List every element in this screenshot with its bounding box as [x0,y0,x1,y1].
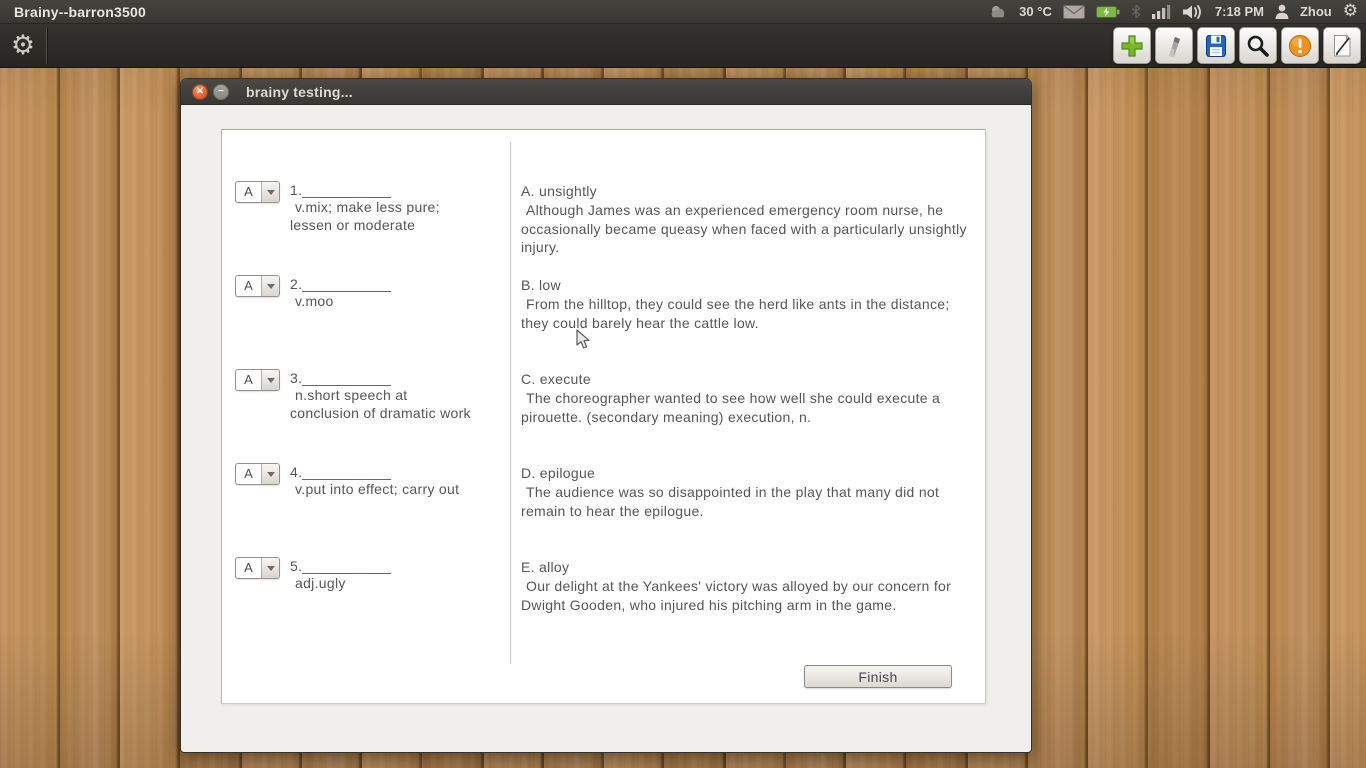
top-panel: Brainy--barron3500 30 °C 7:18 PM Zhou ⚙ [0,0,1366,24]
answer-sentence: The audience was so disappointed in the … [521,484,940,519]
question-number: 5. [290,558,303,574]
user-icon[interactable] [1275,4,1289,19]
question-blank: ___________ [302,558,392,574]
answer-select-value: A [244,372,253,387]
answer-title: B. low [521,277,561,293]
answer-sentence: From the hilltop, they could see the her… [521,296,950,331]
question-text: 5.___________ adj.ugly [290,558,508,592]
system-tray: 30 °C 7:18 PM Zhou ⚙ [989,3,1366,20]
add-icon [1121,34,1143,57]
finish-button[interactable]: Finish [804,665,952,688]
edit-tool-button[interactable] [1155,27,1193,64]
answer-item: B. low From the hilltop, they could see … [521,276,976,332]
question-definition-cont: lessen or moderate [290,217,416,233]
alert-icon [1289,34,1311,57]
chevron-down-icon[interactable] [261,276,279,296]
save-button[interactable] [1197,27,1235,64]
answer-title: E. alloy [521,559,570,575]
signal-icon[interactable] [1151,4,1172,19]
window-close-button[interactable]: ✕ [192,83,208,100]
question-text: 1.___________ v.mix; make less pure; les… [290,182,508,234]
desktop: { "panel": { "title": "Brainy--barron350… [0,0,1366,768]
answer-select-value: A [244,466,253,481]
question-definition: adj.ugly [295,575,346,591]
answer-select[interactable]: A [235,275,280,297]
question-definition: v.mix; make less pure; [295,199,440,215]
question-text: 2.___________ v.moo [290,276,508,310]
edit-tool-icon [1169,36,1180,57]
battery-icon[interactable] [1095,5,1120,19]
question-blank: ___________ [302,464,392,480]
volume-icon[interactable] [1182,4,1204,20]
question-definition: v.moo [295,293,334,309]
answer-item: A. unsightly Although James was an exper… [521,182,976,257]
answer-select-value: A [244,278,253,293]
search-button[interactable] [1239,27,1277,64]
question-definition-cont: conclusion of dramatic work [290,405,471,421]
question-number: 3. [290,370,303,386]
app-toolbar: ⚙ [0,24,1366,68]
search-icon [1247,35,1269,57]
quiz-window: ✕ − brainy testing... A 1.___________ v.… [180,78,1032,753]
answer-item: E. alloy Our delight at the Yankees' vic… [521,558,976,614]
save-icon [1206,34,1226,57]
temperature-indicator[interactable]: 30 °C [1019,4,1052,19]
add-button[interactable] [1113,27,1151,64]
window-minimize-button[interactable]: − [213,83,229,100]
chevron-down-icon[interactable] [261,182,279,202]
window-titlebar[interactable]: ✕ − brainy testing... [181,79,1031,105]
answer-select-value: A [244,184,253,199]
question-definition: n.short speech at [295,387,408,403]
question-definition: v.put into effect; carry out [295,481,460,497]
answer-select-value: A [244,560,253,575]
quiz-panel: A 1.___________ v.mix; make less pure; l… [221,129,986,704]
question-text: 3.___________ n.short speech at conclusi… [290,370,508,422]
gear-icon[interactable]: ⚙ [6,29,40,63]
chevron-down-icon[interactable] [261,558,279,578]
gear-icon[interactable]: ⚙ [1343,3,1358,20]
answer-title: C. execute [521,371,591,387]
answer-title: D. epilogue [521,465,596,481]
answer-select[interactable]: A [235,369,280,391]
note-edit-icon [1334,33,1352,56]
clock-indicator[interactable]: 7:18 PM [1215,4,1264,19]
answer-sentence: Although James was an experienced emerge… [521,202,967,255]
question-blank: ___________ [302,370,392,386]
chevron-down-icon[interactable] [261,370,279,390]
question-blank: ___________ [302,276,392,292]
toolbar-divider [46,27,47,64]
active-app-title: Brainy--barron3500 [14,3,146,20]
answer-item: C. execute The choreographer wanted to s… [521,370,976,426]
chevron-down-icon[interactable] [261,464,279,484]
answer-title: A. unsightly [521,183,597,199]
answer-sentence: Our delight at the Yankees' victory was … [521,578,952,613]
mouse-cursor [575,329,593,356]
answer-select[interactable]: A [235,557,280,579]
column-divider [510,142,511,664]
question-text: 4.___________ v.put into effect; carry o… [290,464,508,498]
answer-select[interactable]: A [235,463,280,485]
note-edit-button[interactable] [1323,27,1361,64]
answer-sentence: The choreographer wanted to see how well… [521,390,941,425]
alert-button[interactable] [1281,27,1319,64]
session-username[interactable]: Zhou [1300,4,1332,19]
toolbar-buttons [1113,27,1361,64]
answer-item: D. epilogue The audience was so disappoi… [521,464,976,520]
question-number: 1. [290,182,303,198]
answer-select[interactable]: A [235,181,280,203]
bluetooth-icon[interactable] [1131,4,1141,19]
question-blank: ___________ [302,182,392,198]
weather-icon[interactable] [989,4,1008,19]
question-number: 2. [290,276,303,292]
window-title: brainy testing... [246,83,353,100]
question-number: 4. [290,464,303,480]
mail-icon[interactable] [1062,4,1085,19]
